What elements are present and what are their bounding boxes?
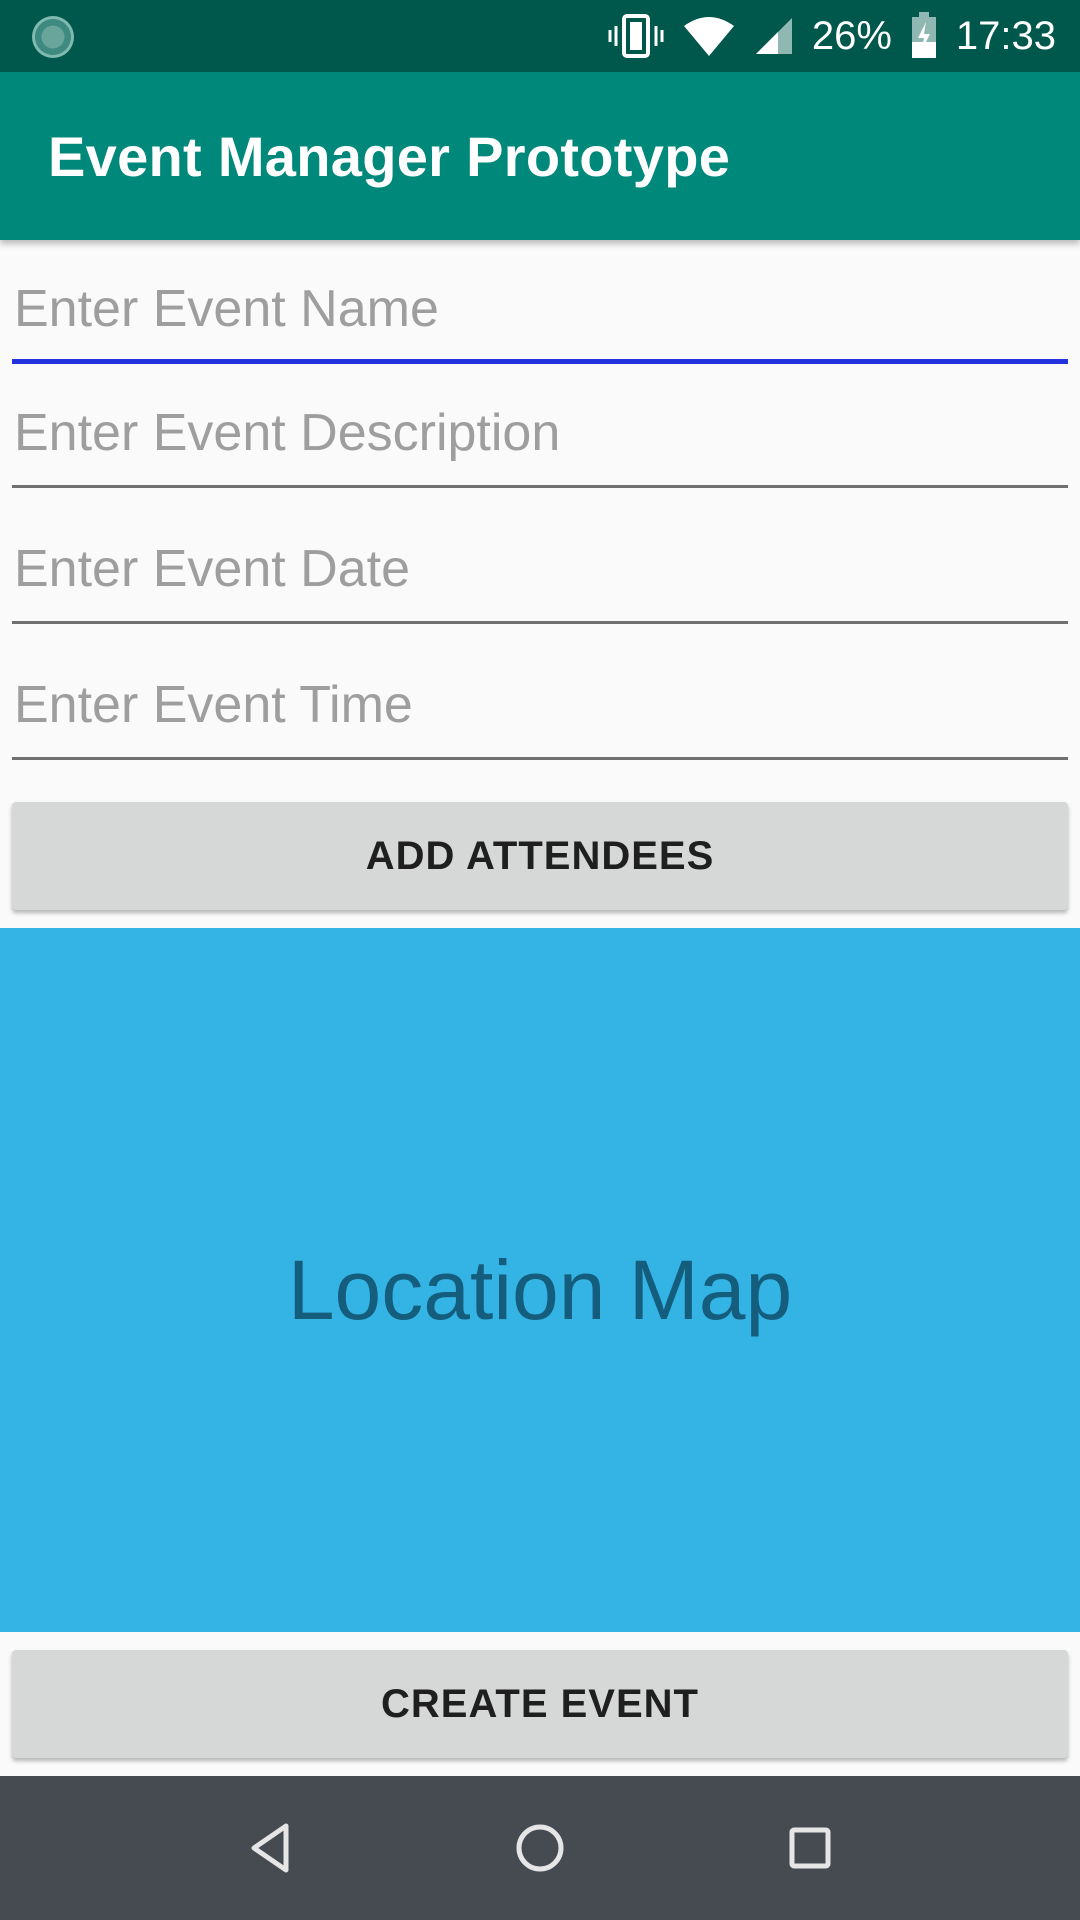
recents-icon — [789, 1827, 831, 1869]
app-bar: Event Manager Prototype — [0, 72, 1080, 240]
vibrate-icon — [608, 14, 664, 58]
event-name-input[interactable] — [12, 254, 1068, 364]
battery-charging-icon — [911, 12, 936, 58]
battery-percentage: 26% — [811, 14, 892, 58]
create-event-button[interactable]: CREATE EVENT — [12, 1650, 1068, 1758]
back-button[interactable] — [228, 1806, 312, 1890]
location-map[interactable]: Location Map — [0, 928, 1080, 1632]
app-title: Event Manager Prototype — [48, 125, 731, 188]
event-time-input[interactable] — [12, 650, 1068, 760]
clock: 17:33 — [955, 14, 1056, 58]
event-date-input[interactable] — [12, 514, 1068, 624]
home-icon — [516, 1824, 564, 1872]
event-description-input[interactable] — [12, 378, 1068, 488]
event-date-field[interactable] — [12, 514, 1068, 624]
home-button[interactable] — [498, 1806, 582, 1890]
event-time-underline — [12, 757, 1068, 760]
event-date-underline — [12, 621, 1068, 624]
event-description-field[interactable] — [12, 378, 1068, 488]
navigation-bar — [0, 1776, 1080, 1920]
back-icon — [251, 1823, 289, 1873]
wifi-icon — [683, 17, 734, 56]
event-name-underline — [12, 359, 1068, 364]
sync-icon — [32, 16, 74, 58]
add-attendees-button[interactable]: ADD ATTENDEES — [12, 802, 1068, 910]
recents-button[interactable] — [768, 1806, 852, 1890]
event-time-field[interactable] — [12, 650, 1068, 760]
event-description-underline — [12, 485, 1068, 488]
status-right-group: 26% 17:33 — [608, 0, 1056, 72]
location-map-label: Location Map — [287, 1242, 793, 1337]
signal-icon — [755, 18, 792, 54]
event-name-field[interactable] — [12, 254, 1068, 364]
status-bar: 26% 17:33 — [0, 0, 1080, 72]
